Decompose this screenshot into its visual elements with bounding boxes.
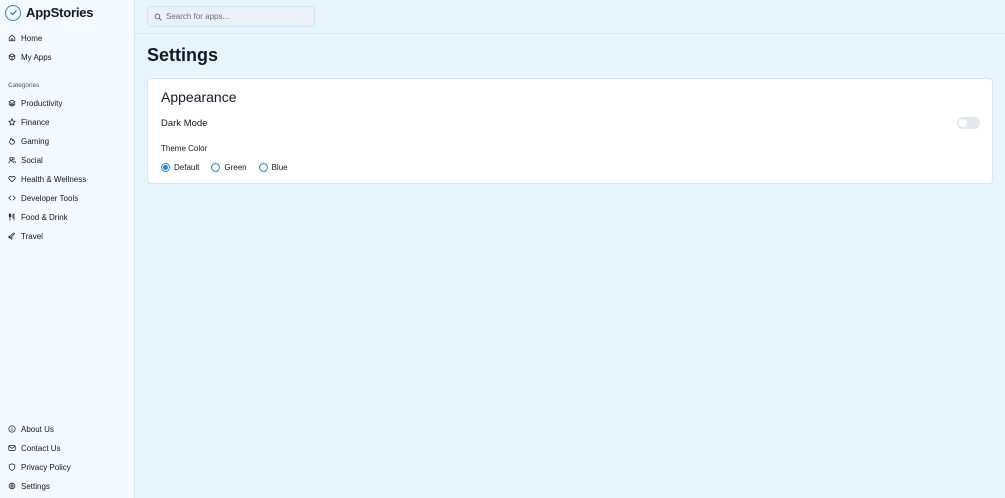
- check-circle-icon: [5, 4, 21, 21]
- sidebar-item-health-wellness[interactable]: Health & Wellness: [8, 172, 86, 186]
- sidebar-item-label: About Us: [21, 424, 54, 434]
- sidebar-item-label: Social: [21, 155, 43, 165]
- sidebar-item-my-apps[interactable]: My Apps: [8, 50, 52, 64]
- appearance-heading: Appearance: [161, 89, 237, 105]
- sidebar-item-label: Travel: [21, 231, 43, 241]
- top-bar: [135, 0, 1005, 34]
- search-input[interactable]: [166, 12, 306, 21]
- utensils-icon: [8, 213, 15, 221]
- sidebar-item-label: Health & Wellness: [21, 174, 87, 184]
- radio-button[interactable]: [211, 163, 221, 172]
- heart-icon: [8, 176, 16, 183]
- theme-option-green[interactable]: Green: [211, 163, 247, 172]
- sidebar-item-gaming[interactable]: Gaming: [8, 134, 49, 148]
- sidebar-item-travel[interactable]: Travel: [8, 229, 43, 243]
- sidebar-item-productivity[interactable]: Productivity: [8, 96, 62, 110]
- radio-button[interactable]: [161, 163, 170, 172]
- info-icon: [8, 425, 16, 433]
- search-icon: [154, 13, 162, 21]
- gear-icon: [8, 482, 16, 490]
- appearance-card: Appearance Dark Mode Theme Color Default…: [147, 78, 993, 184]
- package-icon: [8, 53, 16, 61]
- sidebar-item-settings[interactable]: Settings: [8, 479, 50, 493]
- radio-button[interactable]: [258, 163, 268, 172]
- sidebar-item-food-drink[interactable]: Food & Drink: [8, 210, 68, 224]
- sidebar: AppStories Home My Apps Categories Produ…: [0, 0, 135, 498]
- dark-mode-toggle[interactable]: [957, 117, 980, 129]
- sidebar-item-label: Privacy Policy: [21, 462, 71, 472]
- plane-icon: [8, 232, 15, 240]
- radio-label: Green: [224, 163, 247, 172]
- app-name: AppStories: [26, 5, 94, 20]
- sidebar-item-about-us[interactable]: About Us: [8, 422, 54, 436]
- sidebar-item-label: Productivity: [21, 98, 63, 108]
- shield-icon: [8, 463, 16, 471]
- layers-icon: [8, 99, 16, 107]
- star-icon: [8, 118, 16, 126]
- toggle-knob: [959, 119, 967, 127]
- sidebar-item-privacy-policy[interactable]: Privacy Policy: [8, 460, 71, 474]
- categories-heading: Categories: [8, 82, 40, 89]
- dark-mode-label: Dark Mode: [161, 118, 208, 129]
- radio-label: Blue: [271, 163, 288, 172]
- theme-option-default[interactable]: Default: [161, 163, 199, 172]
- sidebar-item-label: Finance: [21, 117, 50, 127]
- home-icon: [8, 34, 16, 42]
- sidebar-item-home[interactable]: Home: [8, 31, 42, 45]
- theme-color-options: Default Green Blue: [161, 162, 288, 173]
- mail-icon: [8, 445, 16, 451]
- theme-color-label: Theme Color: [161, 144, 208, 153]
- sidebar-item-social[interactable]: Social: [8, 153, 43, 167]
- page-title: Settings: [147, 45, 219, 65]
- theme-option-blue[interactable]: Blue: [258, 163, 288, 172]
- app-logo[interactable]: AppStories: [5, 4, 94, 21]
- sidebar-item-label: Home: [21, 33, 43, 43]
- sidebar-item-contact-us[interactable]: Contact Us: [8, 441, 61, 455]
- sidebar-item-label: Food & Drink: [21, 212, 68, 222]
- sidebar-item-label: Contact Us: [21, 443, 61, 453]
- sidebar-item-label: Developer Tools: [21, 193, 79, 203]
- code-icon: [8, 195, 16, 201]
- sidebar-item-label: Gaming: [21, 136, 50, 146]
- search-box[interactable]: [147, 6, 315, 27]
- sidebar-item-finance[interactable]: Finance: [8, 115, 49, 129]
- sidebar-item-developer-tools[interactable]: Developer Tools: [8, 191, 78, 205]
- flame-icon: [9, 137, 15, 145]
- radio-label: Default: [174, 163, 200, 172]
- sidebar-item-label: My Apps: [21, 52, 52, 62]
- users-icon: [8, 156, 16, 164]
- sidebar-item-label: Settings: [21, 481, 50, 491]
